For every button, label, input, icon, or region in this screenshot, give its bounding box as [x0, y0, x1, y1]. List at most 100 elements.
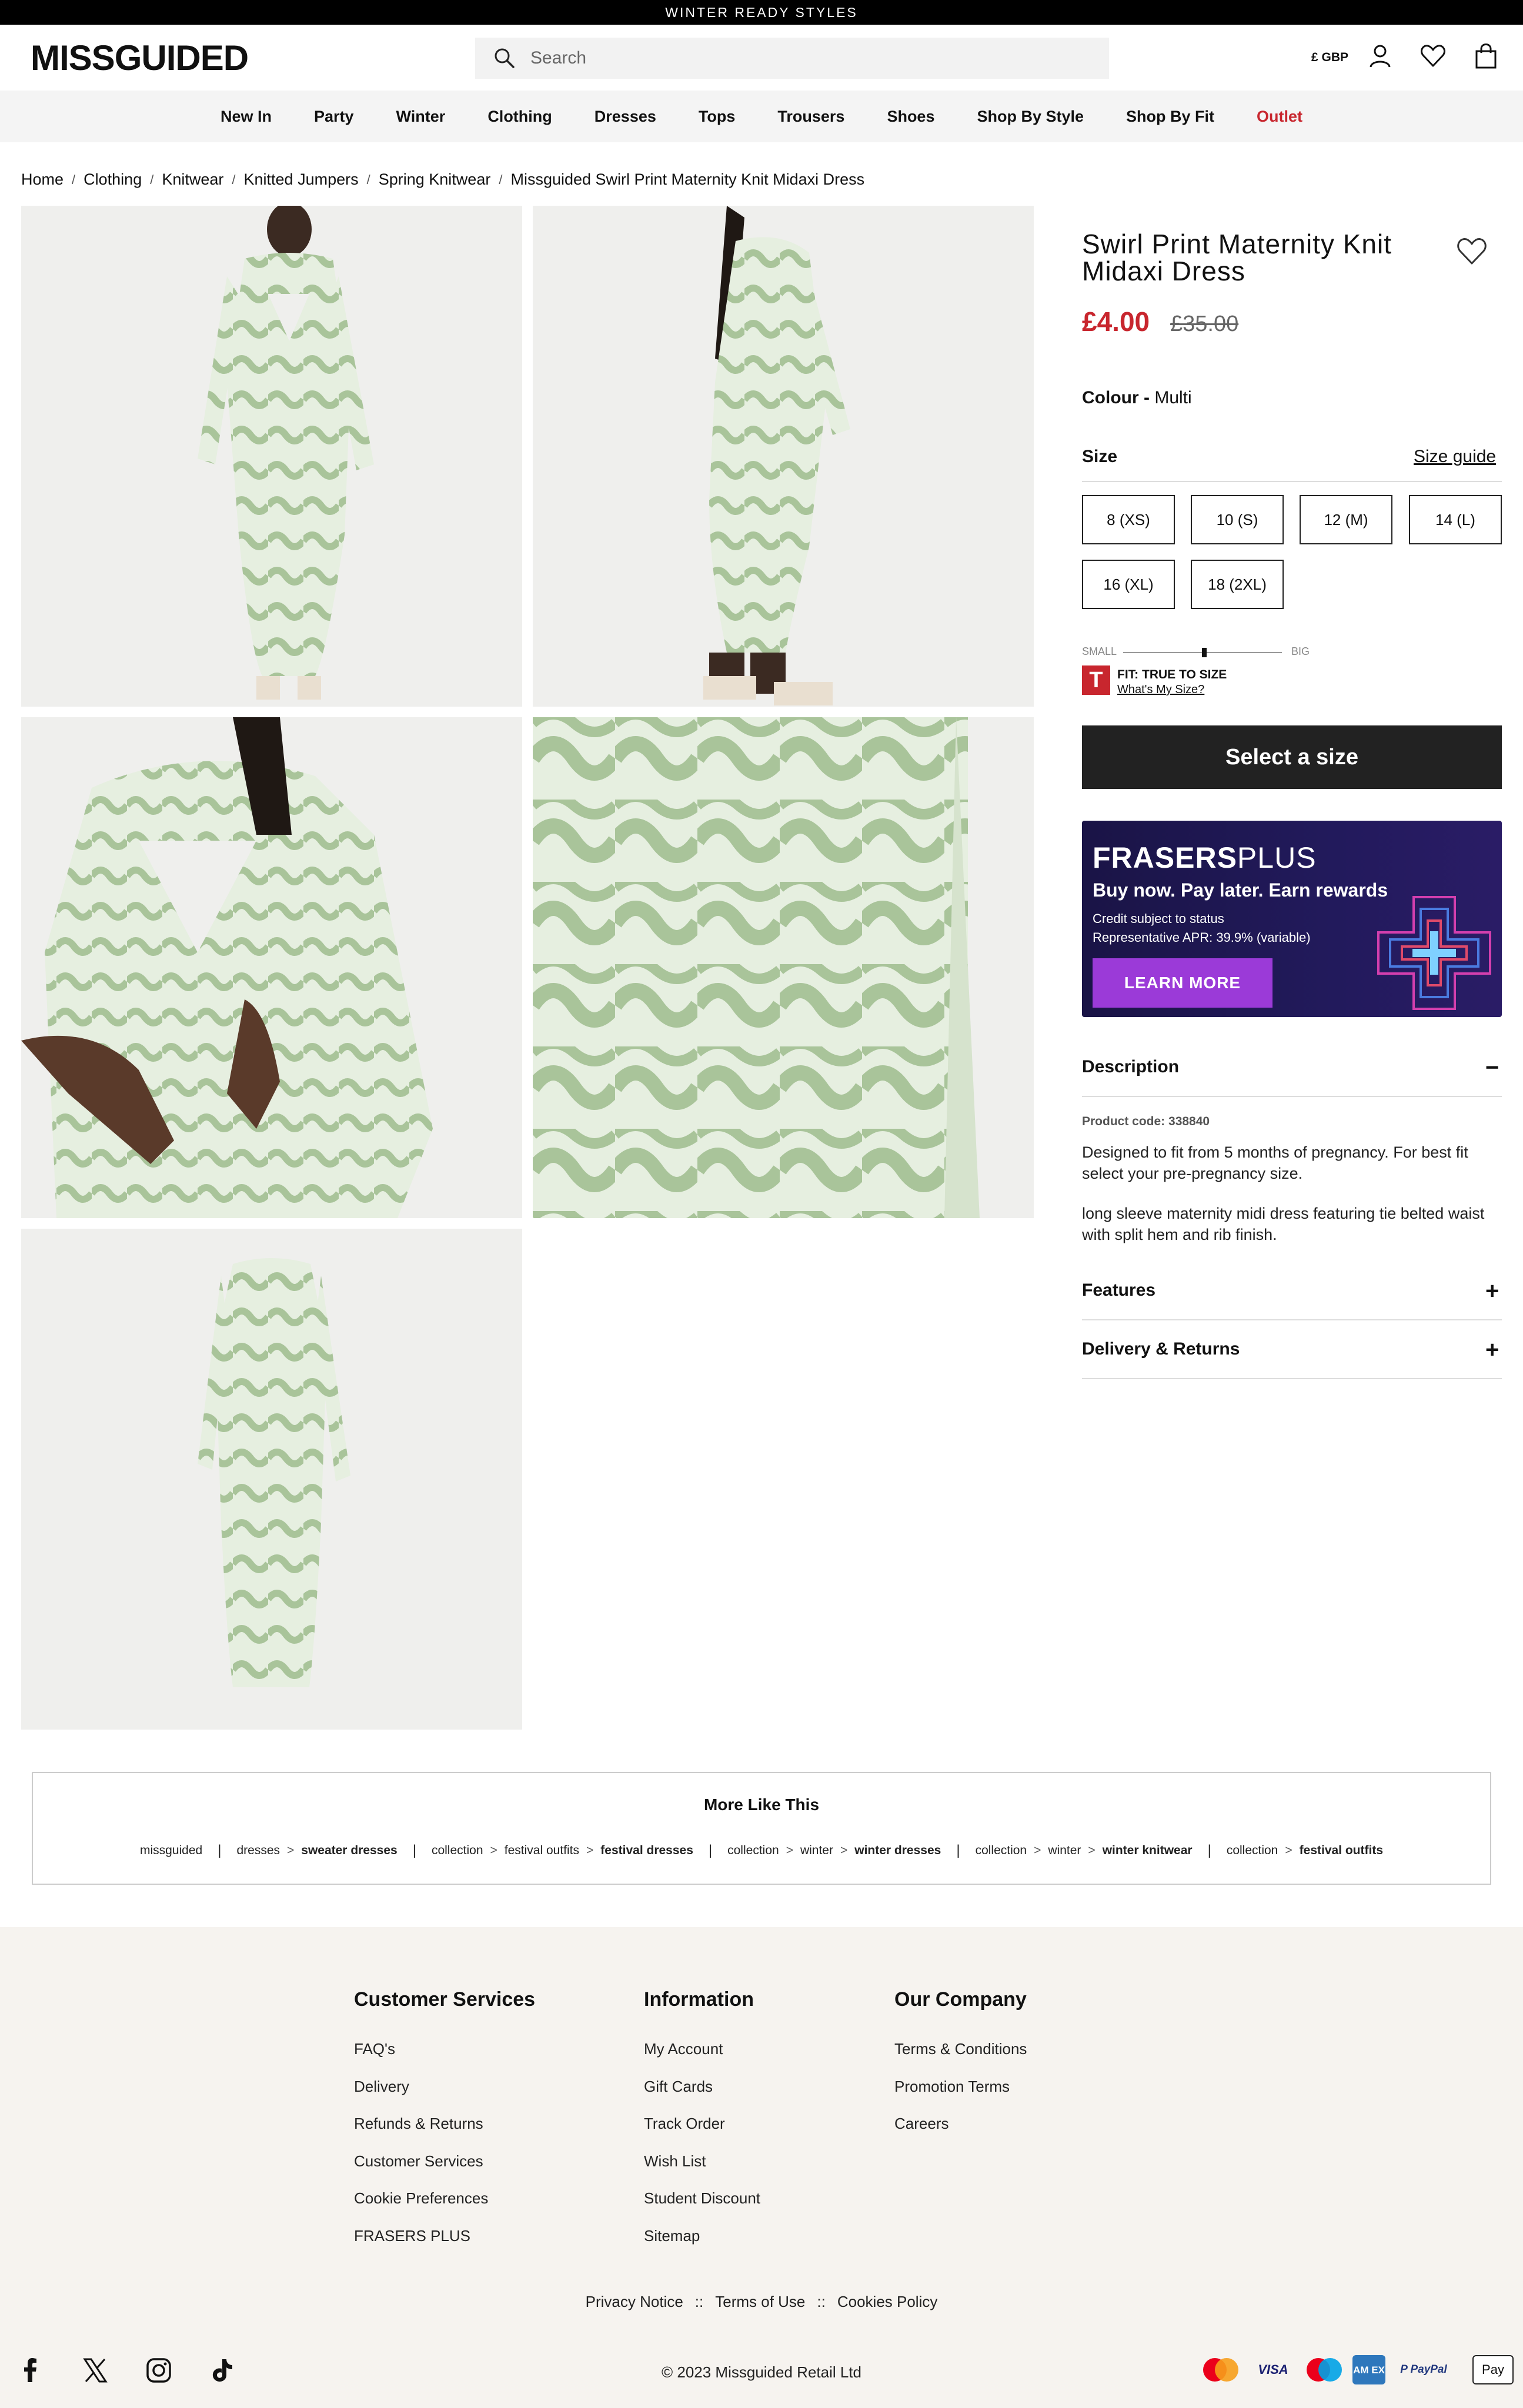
size-guide-link[interactable]: Size guide [1414, 447, 1496, 467]
size-option-18[interactable]: 18 (2XL) [1191, 560, 1284, 609]
product-image-front[interactable] [21, 206, 522, 707]
nav-shop-by-fit[interactable]: Shop By Fit [1126, 108, 1214, 126]
breadcrumb-knitted-jumpers[interactable]: Knitted Jumpers [244, 170, 359, 189]
nav-tops[interactable]: Tops [699, 108, 736, 126]
add-to-wishlist-icon[interactable] [1455, 234, 1489, 268]
account-icon[interactable] [1367, 42, 1394, 69]
breadcrumb-spring-knitwear[interactable]: Spring Knitwear [379, 170, 491, 189]
product-image-closeup[interactable] [21, 717, 522, 1218]
description-paragraph-1: Designed to fit from 5 months of pregnan… [1082, 1143, 1468, 1182]
footer-link[interactable]: Sitemap [644, 2227, 700, 2245]
cookies-policy-link[interactable]: Cookies Policy [837, 2293, 938, 2311]
nav-new-in[interactable]: New In [221, 108, 272, 126]
features-header[interactable]: Features [1082, 1280, 1155, 1300]
fit-scale-marker [1202, 648, 1207, 657]
tiktok-icon[interactable] [209, 2357, 235, 2383]
mlt-link[interactable]: winter knitwear [1103, 1844, 1193, 1858]
x-icon[interactable] [82, 2357, 108, 2383]
nav-party[interactable]: Party [314, 108, 354, 126]
product-code: Product code: 338840 [1082, 1115, 1210, 1128]
nav-clothing[interactable]: Clothing [487, 108, 552, 126]
footer-link[interactable]: Careers [894, 2115, 948, 2133]
colour-value: Multi [1154, 388, 1192, 407]
chevron: > [490, 1844, 497, 1857]
legal-links: Privacy Notice :: Terms of Use :: Cookie… [0, 2293, 1523, 2311]
product-image-flat[interactable] [21, 1229, 522, 1730]
separator: | [218, 1842, 222, 1858]
footer-link[interactable]: My Account [644, 2040, 723, 2058]
size-option-8[interactable]: 8 (XS) [1082, 495, 1175, 544]
promo-bar[interactable]: WINTER READY STYLES [0, 0, 1523, 25]
terms-of-use-link[interactable]: Terms of Use [715, 2293, 805, 2311]
footer-information-title: Information [644, 1988, 754, 2011]
size-option-14[interactable]: 14 (L) [1409, 495, 1502, 544]
collapse-icon[interactable]: − [1485, 1056, 1499, 1079]
select-size-button[interactable]: Select a size [1082, 725, 1502, 789]
chevron: > [1088, 1844, 1096, 1857]
mlt-link[interactable]: collection [432, 1844, 483, 1858]
footer-link[interactable]: Promotion Terms [894, 2078, 1010, 2096]
mlt-link[interactable]: collection [727, 1844, 779, 1858]
footer-link[interactable]: FRASERS PLUS [354, 2227, 470, 2245]
nav-shop-by-style[interactable]: Shop By Style [977, 108, 1084, 126]
fit-scale: SMALL BIG [1082, 646, 1317, 660]
footer-link[interactable]: Wish List [644, 2152, 706, 2170]
mlt-link[interactable]: dresses [236, 1844, 280, 1858]
footer-link[interactable]: Student Discount [644, 2189, 760, 2208]
mlt-link[interactable]: collection [1227, 1844, 1278, 1858]
privacy-notice-link[interactable]: Privacy Notice [586, 2293, 683, 2311]
legal-separator: :: [817, 2293, 826, 2310]
mlt-link[interactable]: festival dresses [600, 1844, 693, 1858]
mlt-link[interactable]: festival outfits [1300, 1844, 1383, 1858]
nav-dresses[interactable]: Dresses [594, 108, 656, 126]
chevron: > [786, 1844, 793, 1857]
search-bar[interactable] [475, 38, 1109, 79]
size-option-16[interactable]: 16 (XL) [1082, 560, 1175, 609]
mastercard-icon [1203, 2358, 1238, 2382]
product-image-detail[interactable] [533, 717, 1034, 1218]
mlt-link[interactable]: sweater dresses [301, 1844, 397, 1858]
delivery-returns-header[interactable]: Delivery & Returns [1082, 1339, 1240, 1359]
breadcrumb-knitwear[interactable]: Knitwear [162, 170, 223, 189]
footer-link[interactable]: Gift Cards [644, 2078, 713, 2096]
mlt-link[interactable]: festival outfits [505, 1844, 579, 1858]
nav-shoes[interactable]: Shoes [887, 108, 934, 126]
product-image-side[interactable] [533, 206, 1034, 707]
nav-outlet[interactable]: Outlet [1257, 108, 1302, 126]
currency-selector[interactable]: £ GBP [1311, 51, 1348, 65]
site-logo[interactable]: MISSGUIDED [31, 38, 249, 78]
whats-my-size-link[interactable]: What's My Size? [1117, 683, 1227, 697]
learn-more-button[interactable]: LEARN MORE [1093, 958, 1272, 1008]
mlt-link[interactable]: collection [976, 1844, 1027, 1858]
size-option-10[interactable]: 10 (S) [1191, 495, 1284, 544]
wishlist-heart-icon[interactable] [1420, 42, 1447, 69]
frasers-headline: Buy now. Pay later. Earn rewards [1093, 879, 1388, 901]
frasers-plus-banner[interactable]: FRASERSPLUS Buy now. Pay later. Earn rew… [1082, 821, 1502, 1017]
breadcrumb-clothing[interactable]: Clothing [84, 170, 142, 189]
footer-link[interactable]: Customer Services [354, 2152, 483, 2170]
footer-link[interactable]: Delivery [354, 2078, 409, 2096]
footer-link[interactable]: Terms & Conditions [894, 2040, 1027, 2058]
mlt-link[interactable]: winter [800, 1844, 833, 1858]
nav-winter[interactable]: Winter [396, 108, 446, 126]
facebook-icon[interactable] [18, 2357, 44, 2383]
footer-link[interactable]: Refunds & Returns [354, 2115, 483, 2133]
search-icon[interactable] [493, 46, 516, 70]
expand-icon[interactable]: + [1485, 1338, 1499, 1362]
breadcrumb-home[interactable]: Home [21, 170, 64, 189]
mlt-link[interactable]: missguided [140, 1844, 202, 1858]
footer-link[interactable]: FAQ's [354, 2040, 395, 2058]
description-header[interactable]: Description [1082, 1057, 1179, 1077]
size-option-12[interactable]: 12 (M) [1300, 495, 1392, 544]
search-input[interactable] [530, 48, 1060, 68]
footer-link[interactable]: Track Order [644, 2115, 725, 2133]
nav-trousers[interactable]: Trousers [777, 108, 844, 126]
divider [1082, 1319, 1502, 1320]
instagram-icon[interactable] [146, 2357, 172, 2383]
mlt-link[interactable]: winter [1048, 1844, 1081, 1858]
bag-icon[interactable] [1472, 42, 1499, 69]
product-image-side-illustration [533, 206, 1034, 707]
mlt-link[interactable]: winter dresses [854, 1844, 941, 1858]
footer-link[interactable]: Cookie Preferences [354, 2189, 488, 2208]
expand-icon[interactable]: + [1485, 1279, 1499, 1303]
